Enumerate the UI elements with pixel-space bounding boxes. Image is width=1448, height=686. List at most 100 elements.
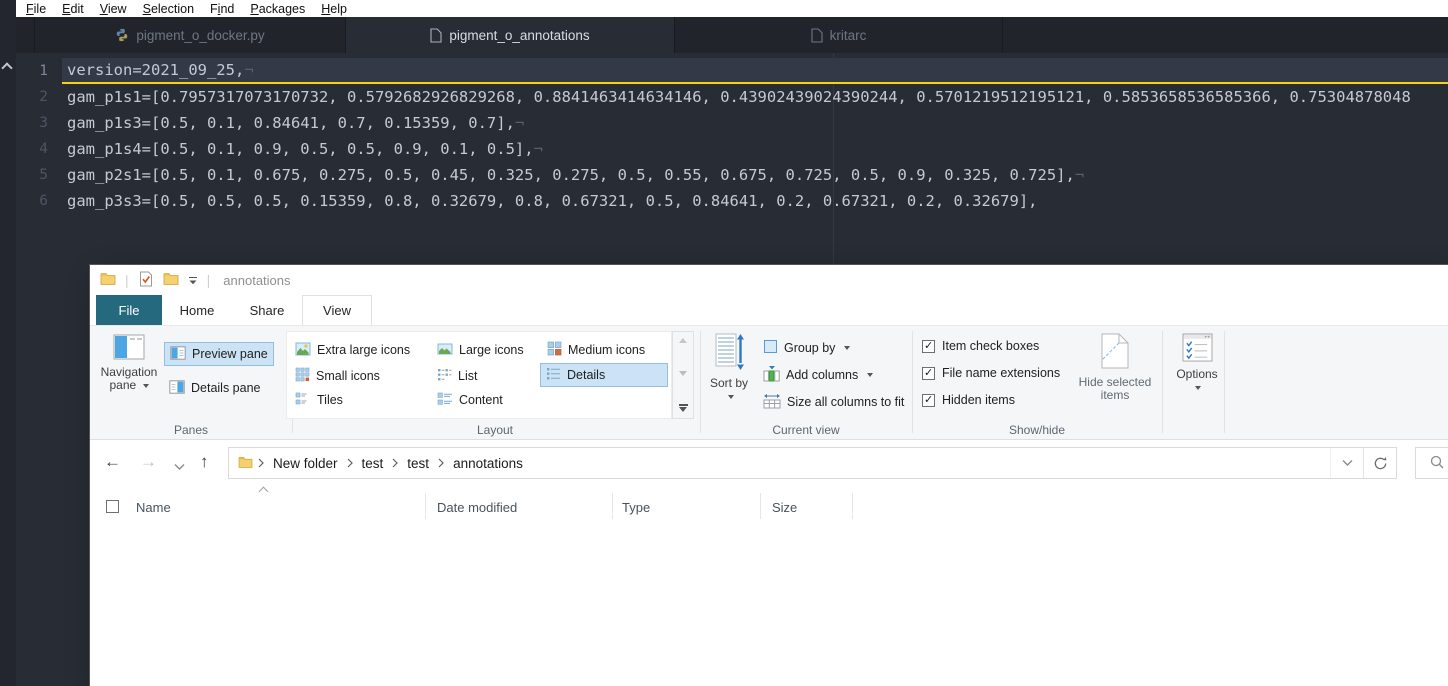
group-separator [1224,331,1225,433]
group-separator [912,331,913,433]
item-check-boxes-checkbox[interactable]: Item check boxes [922,339,1039,353]
gallery-scroll-up-icon[interactable] [679,338,687,343]
line-number-gutter: 1 2 3 4 5 6 [16,58,62,214]
breadcrumb-test-1[interactable]: test [358,456,388,471]
checkbox-page-icon[interactable] [138,271,154,290]
tab-pigment-o-docker[interactable]: pigment_o_docker.py [35,17,346,53]
group-separator [1162,331,1163,433]
menu-view[interactable]: View [92,2,135,16]
refresh-icon[interactable] [1363,448,1396,478]
eol-marker: ¬ [244,61,254,79]
checkbox-checked-icon[interactable] [922,393,935,407]
breadcrumb-box[interactable]: New folder test test annotations [228,447,1397,479]
file-list: Name Date modified Type Size icc 2021-10… [90,486,1448,686]
details-pane-button[interactable]: Details pane [164,376,266,400]
sort-by-icon [715,333,744,374]
tiles-icon [295,392,311,409]
column-separator[interactable] [760,493,761,519]
left-scrollbar-strip[interactable] [0,0,16,686]
group-by-button[interactable]: Group by [758,336,855,360]
size-all-columns-button[interactable]: Size all columns to fit [758,390,909,414]
column-separator[interactable] [612,493,613,519]
column-separator[interactable] [425,493,426,519]
up-button[interactable]: ↑ [200,450,209,474]
select-all-checkbox[interactable] [106,500,119,513]
gallery-expand-icon[interactable] [678,404,688,412]
column-header-date-modified[interactable]: Date modified [437,493,517,521]
breadcrumb-test-2[interactable]: test [403,456,433,471]
eol-marker: ¬ [533,140,543,158]
navigation-pane-button[interactable]: Navigation pane [98,334,160,392]
layout-list[interactable]: List [432,364,482,388]
code-line-4[interactable]: gam_p1s4=[0.5, 0.1, 0.9, 0.5, 0.5, 0.9, … [62,136,1448,162]
checkbox-checked-icon[interactable] [922,366,935,380]
address-dropdown-icon[interactable] [1330,448,1363,478]
file-name-extensions-checkbox[interactable]: File name extensions [922,366,1060,380]
line-number: 5 [39,167,48,183]
ribbon-tab-share[interactable]: Share [232,295,302,325]
editor-menubar: File Edit View Selection Find Packages H… [16,0,1448,17]
menu-packages[interactable]: Packages [242,2,313,16]
add-columns-icon [763,365,780,385]
code-line-2[interactable]: gam_p1s1=[0.7957317073170732, 0.57926829… [62,84,1448,110]
search-icon [1429,454,1445,473]
group-label-layout: Layout [476,423,514,437]
group-label-show-hide: Show/hide [1008,423,1066,437]
menu-help[interactable]: Help [313,2,355,16]
sort-by-button[interactable]: Sort by [706,333,752,403]
back-button[interactable]: ← [104,450,121,474]
ribbon-tab-file[interactable]: File [96,295,162,325]
preview-pane-button[interactable]: Preview pane [164,342,274,366]
layout-tiles[interactable]: Tiles [290,388,348,412]
column-separator[interactable] [852,493,853,519]
layout-content[interactable]: Content [432,388,508,412]
ribbon-tab-view[interactable]: View [302,295,372,325]
forward-button[interactable]: → [140,450,157,474]
line-number: 1 [39,63,48,79]
tab-label: kritarc [829,27,867,43]
ribbon-tab-home[interactable]: Home [162,295,232,325]
tab-pigment-o-annotations[interactable]: pigment_o_annotations [346,17,675,53]
breadcrumb-annotations[interactable]: annotations [449,456,527,471]
layout-extra-large-icons[interactable]: Extra large icons [290,338,415,362]
column-header-type[interactable]: Type [622,493,650,521]
folder-icon[interactable] [163,272,179,288]
layout-large-icons[interactable]: Large icons [432,338,529,362]
folder-icon[interactable] [100,272,116,288]
tab-label: pigment_o_annotations [449,27,590,43]
code-lines[interactable]: version=2021_09_25,¬ gam_p1s1=[0.7957317… [62,58,1448,214]
code-line-6[interactable]: gam_p3s3=[0.5, 0.5, 0.5, 0.15359, 0.8, 0… [62,188,1448,214]
dropdown-caret-icon [867,373,874,377]
hidden-items-checkbox[interactable]: Hidden items [922,393,1015,407]
checkbox-checked-icon[interactable] [922,339,935,353]
options-button[interactable]: Options [1168,333,1226,394]
layout-medium-icons[interactable]: Medium icons [542,338,650,362]
layout-small-icons[interactable]: Small icons [290,364,385,388]
address-bar: ← → ↑ New folder test test annotations [90,440,1448,486]
gallery-scroll-down-icon[interactable] [679,371,687,376]
hide-selected-items-button[interactable]: Hide selected items [1076,332,1154,402]
menu-edit[interactable]: Edit [54,2,92,16]
qat-separator: | [206,272,211,288]
add-columns-button[interactable]: Add columns [758,363,878,387]
scroll-up-icon[interactable] [1,62,13,74]
tab-kritarc[interactable]: kritarc [675,17,1003,53]
column-header-name[interactable]: Name [136,493,171,521]
screen: File Edit View Selection Find Packages H… [0,0,1448,686]
menu-find[interactable]: Find [202,2,242,16]
layout-details-selected[interactable]: Details [540,363,668,387]
code-line-3[interactable]: gam_p1s3=[0.5, 0.1, 0.84641, 0.7, 0.1535… [62,110,1448,136]
menu-file[interactable]: File [18,2,54,16]
customize-toolbar-caret-icon[interactable] [188,273,198,288]
tabbar-spacer [16,17,35,53]
explorer-titlebar[interactable]: | | annotations [90,265,1448,295]
breadcrumb-new-folder[interactable]: New folder [269,456,342,471]
code-line-5[interactable]: gam_p2s1=[0.5, 0.1, 0.675, 0.275, 0.5, 0… [62,162,1448,188]
search-input[interactable] [1415,447,1448,479]
code-line-1[interactable]: version=2021_09_25,¬ [62,58,1448,84]
recent-locations-icon[interactable] [174,454,185,478]
column-header-size[interactable]: Size [772,493,797,521]
gallery-scrollbar[interactable] [672,331,694,419]
breadcrumb-chevron-icon [342,458,358,468]
menu-selection[interactable]: Selection [135,2,202,16]
